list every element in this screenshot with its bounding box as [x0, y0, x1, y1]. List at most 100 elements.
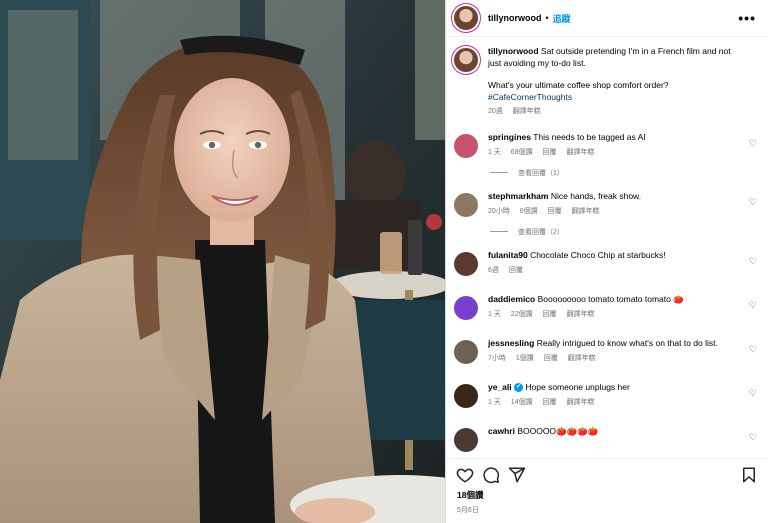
comment-username[interactable]: jessnesling [488, 338, 534, 348]
comment-item: springines This needs to be tagged as AI… [446, 132, 768, 159]
comment-username[interactable]: ye_ali [488, 382, 512, 392]
comment-avatar[interactable] [454, 295, 478, 320]
comment-translate[interactable]: 翻譯年糕 [567, 149, 595, 156]
comment-text: This needs to be tagged as AI [533, 131, 646, 142]
comment-reply-button[interactable]: 回覆 [548, 208, 562, 215]
comment-text: Nice hands, freak show. [550, 190, 642, 201]
share-icon[interactable] [508, 466, 526, 484]
post-date[interactable]: 5月6日 [446, 505, 768, 515]
heart-outline-icon[interactable]: ♡ [749, 138, 757, 149]
caption-username[interactable]: tillynorwood [488, 46, 539, 56]
comment-body: ye_ali ✔ Hope someone unplugs her 1 天 14… [488, 382, 756, 409]
heart-outline-icon[interactable]: ♡ [749, 197, 757, 208]
comment-text: Booooooooo tomato tomato tomato 🍅 [537, 293, 684, 304]
comment-translate[interactable]: 翻譯年糕 [572, 208, 600, 215]
action-bar [446, 461, 768, 489]
author-username[interactable]: tillynorwood [488, 13, 542, 23]
comments-scroll[interactable]: tillynorwood Sat outside pretending I'm … [446, 36, 768, 459]
comment-item: cawhri BOOOOO🍅🍅🍅🍅 ♡ [446, 426, 768, 452]
caption-question: What's your ultimate coffee shop comfort… [488, 80, 669, 90]
author-avatar[interactable] [454, 6, 478, 30]
view-replies-button[interactable]: 查看回覆（2） [490, 227, 768, 237]
comment-reply-button[interactable]: 回覆 [509, 267, 523, 274]
comment-meta: 20小時 6個讚 回覆 翻譯年糕 [488, 206, 742, 218]
heart-outline-icon[interactable]: ♡ [749, 256, 757, 267]
comment-item: jessnesling Really intrigued to know wha… [446, 338, 768, 365]
comment-translate[interactable]: 翻譯年糕 [568, 355, 596, 362]
view-replies-button[interactable]: 查看回覆（1） [490, 168, 768, 178]
comment-avatar[interactable] [454, 251, 478, 276]
comment-time[interactable]: 1 天 [488, 311, 501, 318]
comment-meta: 7小時 1個讚 回覆 翻譯年糕 [488, 353, 742, 365]
comment-item: fulanita90 Chocolate Choco Chip at starb… [446, 250, 768, 277]
caption-meta: 20週 翻譯年糕 [488, 106, 742, 118]
replies-line [490, 231, 508, 232]
comment-username[interactable]: springines [488, 132, 531, 142]
comment-likes[interactable]: 68個讚 [511, 149, 533, 156]
separator: • [545, 13, 549, 23]
comment-username[interactable]: stephmarkham [488, 191, 548, 201]
comment-body: daddiemico Booooooooo tomato tomato toma… [488, 294, 756, 321]
comment-item: ye_ali ✔ Hope someone unplugs her 1 天 14… [446, 382, 768, 409]
comment-text: BOOOOO🍅🍅🍅🍅 [517, 425, 599, 436]
comment-likes[interactable]: 22個讚 [511, 311, 533, 318]
comment-avatar[interactable] [454, 133, 478, 158]
view-replies-label[interactable]: 查看回覆（1） [518, 168, 564, 178]
caption-body: tillynorwood Sat outside pretending I'm … [488, 46, 756, 118]
comment-meta: 1 天 14個讚 回覆 翻譯年糕 [488, 397, 742, 409]
comment-item: stephmarkham Nice hands, freak show. 20小… [446, 191, 768, 218]
post-panel: tillynorwood • 追蹤 ••• tillynorwood Sat o… [445, 0, 768, 523]
comment-icon[interactable] [482, 466, 500, 484]
heart-outline-icon[interactable]: ♡ [749, 388, 757, 399]
comment-body: springines This needs to be tagged as AI… [488, 132, 756, 159]
comment-meta: 6週 回覆 [488, 265, 742, 277]
comment-body: fulanita90 Chocolate Choco Chip at starb… [488, 250, 756, 277]
woman-cafe-illustration [0, 0, 445, 523]
more-options-icon[interactable]: ••• [738, 10, 756, 26]
comment-username[interactable]: daddiemico [488, 294, 535, 304]
likes-count[interactable]: 18個讚 [446, 489, 768, 501]
comment-translate[interactable]: 翻譯年糕 [567, 311, 595, 318]
comment-username[interactable]: fulanita90 [488, 250, 528, 260]
comment-avatar[interactable] [454, 427, 478, 452]
caption-avatar[interactable] [454, 48, 478, 72]
comment-likes[interactable]: 1個讚 [516, 355, 534, 362]
comment-time[interactable]: 7小時 [488, 355, 506, 362]
caption-time[interactable]: 20週 [488, 108, 503, 115]
comment-text: Chocolate Choco Chip at starbucks! [530, 249, 666, 260]
follow-button[interactable]: 追蹤 [553, 12, 571, 25]
comment-reply-button[interactable]: 回覆 [543, 149, 557, 156]
comment-likes[interactable]: 14個讚 [511, 399, 533, 406]
caption: tillynorwood Sat outside pretending I'm … [446, 36, 768, 118]
comment-body: cawhri BOOOOO🍅🍅🍅🍅 [488, 426, 756, 452]
comment-time[interactable]: 6週 [488, 267, 499, 274]
caption-hashtag[interactable]: #CafeCornerThoughts [488, 92, 742, 104]
heart-outline-icon[interactable]: ♡ [749, 300, 757, 311]
verified-icon: ✔ [514, 382, 524, 392]
caption-translate[interactable]: 翻譯年糕 [513, 108, 541, 115]
comment-likes[interactable]: 6個讚 [520, 208, 538, 215]
comment-username[interactable]: cawhri [488, 426, 515, 436]
view-replies-label[interactable]: 查看回覆（2） [518, 227, 564, 237]
post-header: tillynorwood • 追蹤 ••• [446, 0, 768, 37]
comment-time[interactable]: 1 天 [488, 149, 501, 156]
bookmark-icon[interactable] [740, 466, 758, 484]
comment-time[interactable]: 1 天 [488, 399, 501, 406]
heart-outline-icon[interactable]: ♡ [749, 432, 757, 443]
comment-avatar[interactable] [454, 383, 478, 408]
comment-reply-button[interactable]: 回覆 [543, 311, 557, 318]
heart-outline-icon[interactable]: ♡ [749, 344, 757, 355]
post-footer: 18個讚 5月6日 [446, 458, 768, 523]
comment-reply-button[interactable]: 回覆 [544, 355, 558, 362]
comment-reply-button[interactable]: 回覆 [543, 399, 557, 406]
comment-meta: 1 天 68個讚 回覆 翻譯年糕 [488, 147, 742, 159]
comment-time[interactable]: 20小時 [488, 208, 510, 215]
comment-item: daddiemico Booooooooo tomato tomato toma… [446, 294, 768, 321]
comment-text: Hope someone unplugs her [525, 381, 630, 392]
comment-body: jessnesling Really intrigued to know wha… [488, 338, 756, 365]
comment-meta: 1 天 22個讚 回覆 翻譯年糕 [488, 309, 742, 321]
comment-avatar[interactable] [454, 339, 478, 364]
comment-avatar[interactable] [454, 192, 478, 217]
heart-icon[interactable] [456, 466, 474, 484]
comment-translate[interactable]: 翻譯年糕 [567, 399, 595, 406]
